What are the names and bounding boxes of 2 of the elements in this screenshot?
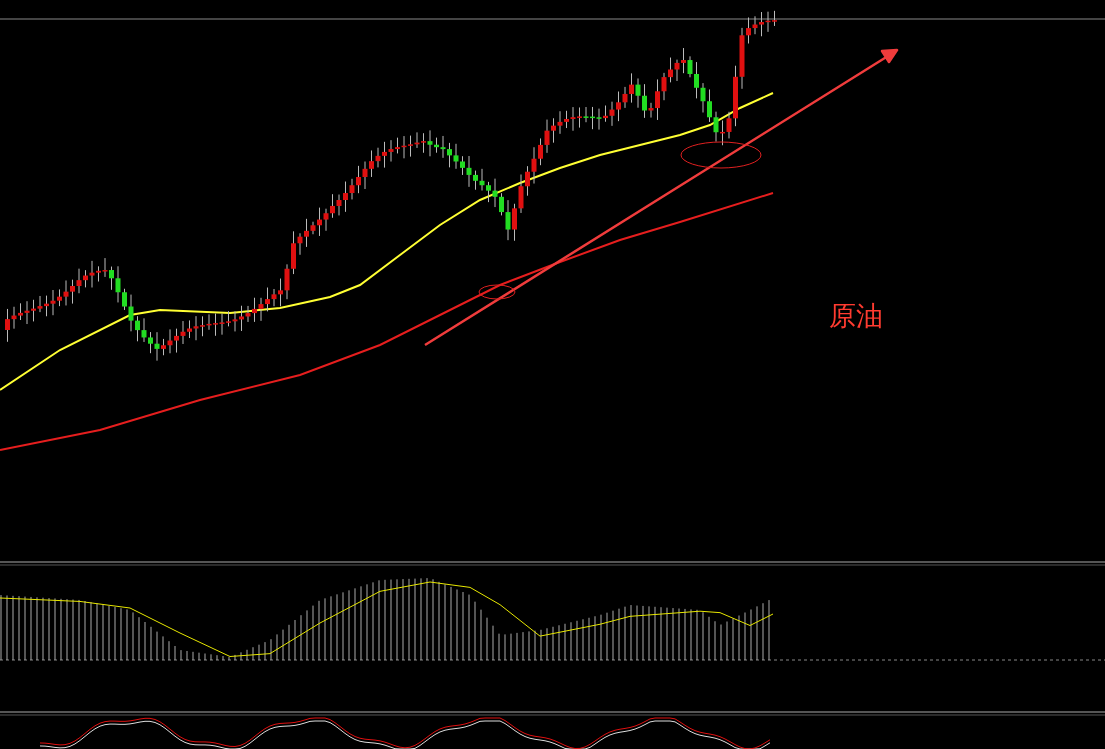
chart-label: 原油 [829, 300, 883, 331]
highlight-ellipse [478, 284, 516, 300]
